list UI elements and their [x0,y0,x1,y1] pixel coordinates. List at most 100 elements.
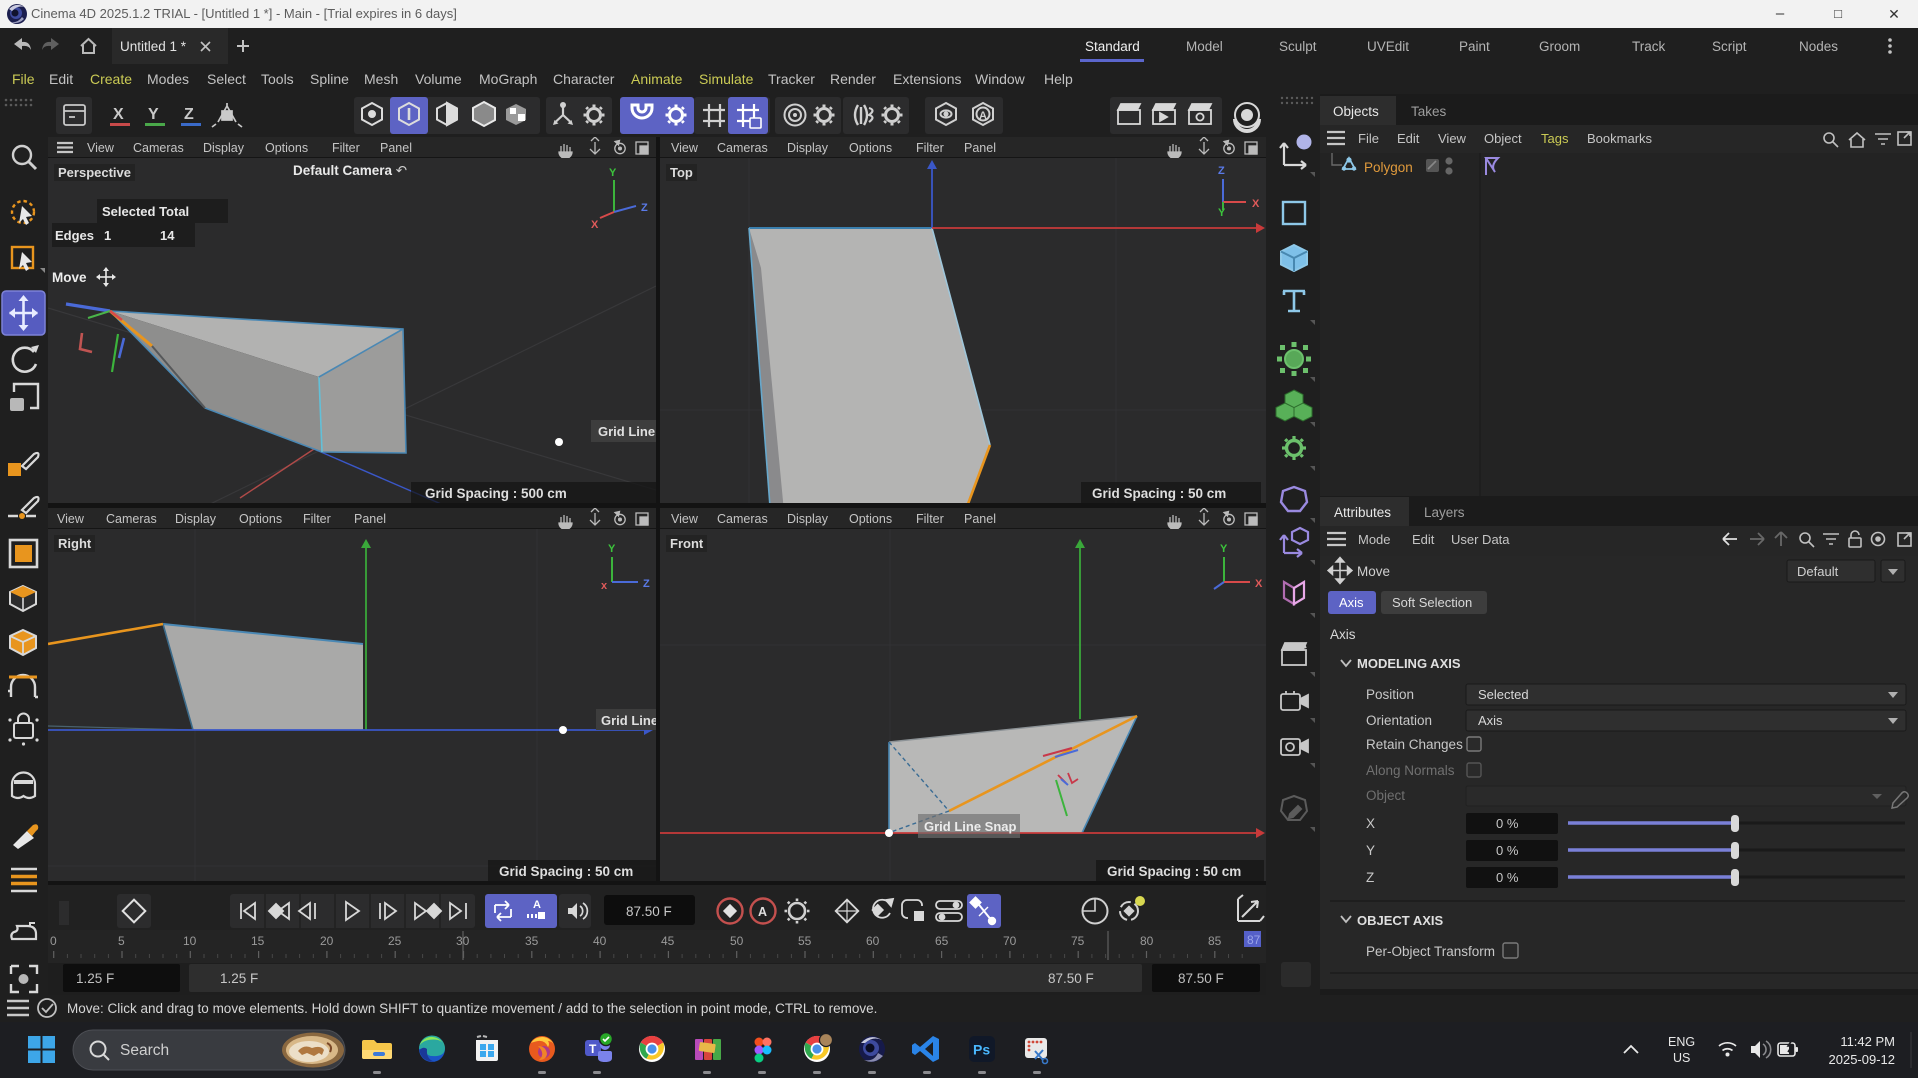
svg-text:Display: Display [787,512,829,526]
svg-text:Cameras: Cameras [717,512,768,526]
svg-text:60: 60 [866,934,880,948]
svg-text:Along Normals: Along Normals [1366,763,1455,778]
svg-text:US: US [1673,1051,1690,1065]
svg-text:55: 55 [798,934,812,948]
svg-text:Grid Spacing : 50 cm: Grid Spacing : 50 cm [1107,864,1241,879]
svg-text:Nodes: Nodes [1799,39,1838,54]
svg-text:Y: Y [148,106,159,123]
svg-text:X: X [591,219,599,231]
svg-text:Cameras: Cameras [717,141,768,155]
svg-text:Attributes: Attributes [1334,505,1391,520]
svg-text:40: 40 [593,934,607,948]
svg-text:Cameras: Cameras [133,141,184,155]
svg-text:Y: Y [1220,543,1228,555]
svg-text:Grid Spacing : 50 cm: Grid Spacing : 50 cm [1092,486,1226,501]
svg-text:Axis: Axis [1330,627,1356,642]
svg-text:Z: Z [643,578,650,590]
svg-text:Options: Options [849,141,892,155]
svg-text:Grid Line Snap: Grid Line Snap [924,819,1017,834]
svg-text:75: 75 [1071,934,1085,948]
svg-text:Per-Object Transform: Per-Object Transform [1366,944,1495,959]
svg-text:Z: Z [641,202,648,214]
svg-text:50: 50 [730,934,744,948]
svg-text:Mode: Mode [1358,532,1391,547]
svg-text:UVEdit: UVEdit [1367,39,1409,54]
svg-text:Polygon: Polygon [1364,160,1413,175]
svg-text:Move: Move [1357,564,1390,579]
svg-text:Z: Z [184,106,194,123]
svg-text:Display: Display [203,141,245,155]
svg-text:0: 0 [50,934,57,948]
svg-text:1: 1 [104,228,111,243]
svg-text:Edit: Edit [1412,532,1435,547]
svg-text:Z: Z [1366,870,1374,885]
svg-text:X: X [1255,578,1263,590]
svg-text:Sculpt: Sculpt [1279,39,1317,54]
svg-text:85: 85 [1208,934,1222,948]
svg-text:Script: Script [1712,39,1747,54]
svg-text:87: 87 [1247,933,1261,947]
svg-text:Axis: Axis [1339,595,1364,610]
svg-text:Axis: Axis [1478,713,1503,728]
svg-text:A: A [758,905,767,919]
svg-text:20: 20 [320,934,334,948]
svg-text:Filter: Filter [916,141,944,155]
svg-text:X: X [1252,198,1260,210]
svg-text:Display: Display [175,512,217,526]
svg-text:Grid Line: Grid Line [598,424,655,439]
svg-text:Tags: Tags [1541,131,1569,146]
svg-text:Edges: Edges [55,228,94,243]
svg-text:Objects: Objects [1333,104,1379,119]
svg-text:65: 65 [935,934,949,948]
svg-text:Edit: Edit [1397,131,1420,146]
svg-text:87.50 F: 87.50 F [626,904,672,919]
svg-text:0 %: 0 % [1496,870,1519,885]
svg-text:OBJECT AXIS: OBJECT AXIS [1357,913,1444,928]
svg-text:Panel: Panel [964,141,996,155]
svg-text:File: File [1358,131,1379,146]
svg-text:Panel: Panel [380,141,412,155]
svg-text:Filter: Filter [332,141,360,155]
svg-text:Y: Y [1218,207,1226,219]
svg-text:Grid Spacing : 500 cm: Grid Spacing : 500 cm [425,486,567,501]
svg-text:Filter: Filter [303,512,331,526]
svg-text:Options: Options [265,141,308,155]
svg-text:x: x [601,580,608,592]
svg-text:View: View [671,141,699,155]
svg-text:Grid Line: Grid Line [601,713,656,728]
svg-text:Paint: Paint [1459,39,1490,54]
svg-text:0 %: 0 % [1496,843,1519,858]
svg-text:Default: Default [1797,564,1839,579]
svg-text:Filter: Filter [916,512,944,526]
svg-text:Standard: Standard [1085,39,1140,54]
svg-text:Move: Move [52,270,87,285]
svg-text:Y: Y [608,543,616,555]
svg-text:Takes: Takes [1411,104,1447,119]
svg-text:Selected: Selected [1478,687,1529,702]
svg-text:35: 35 [525,934,539,948]
svg-text:Display: Display [787,141,829,155]
svg-text:Groom: Groom [1539,39,1580,54]
svg-text:Orientation: Orientation [1366,713,1432,728]
svg-text:2025-09-12: 2025-09-12 [1829,1052,1896,1067]
svg-text:View: View [1438,131,1467,146]
svg-text:15: 15 [251,934,265,948]
svg-text:Grid Spacing : 50 cm: Grid Spacing : 50 cm [499,864,633,879]
svg-text:Panel: Panel [354,512,386,526]
svg-text:11:42 PM: 11:42 PM [1840,1034,1895,1049]
svg-text:Retain Changes: Retain Changes [1366,737,1463,752]
svg-text:Z: Z [1218,165,1225,177]
svg-text:Cameras: Cameras [106,512,157,526]
svg-text:80: 80 [1140,934,1154,948]
svg-text:Options: Options [239,512,282,526]
svg-text:Untitled 1 *: Untitled 1 * [120,39,187,54]
svg-text:Move: Click and drag to move e: Move: Click and drag to move elements. H… [67,1001,877,1016]
svg-text:View: View [671,512,699,526]
svg-text:Y: Y [609,167,617,179]
svg-text:A: A [979,110,987,122]
svg-text:Object: Object [1366,788,1405,803]
svg-text:T: T [589,1042,597,1056]
svg-text:ENG: ENG [1668,1035,1695,1049]
svg-text:10: 10 [183,934,197,948]
svg-text:MODELING AXIS: MODELING AXIS [1357,656,1461,671]
